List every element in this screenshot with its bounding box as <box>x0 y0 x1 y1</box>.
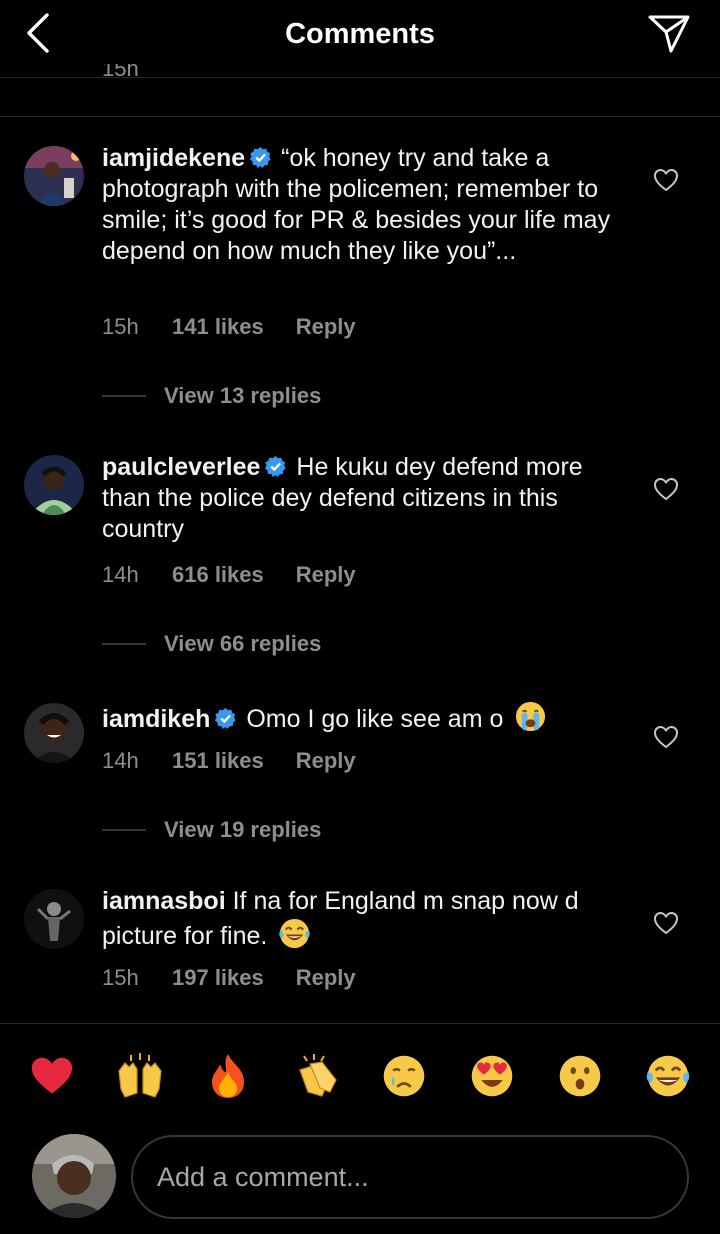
red-heart-icon <box>31 1057 73 1094</box>
view-replies-button[interactable]: View 13 replies <box>102 383 321 409</box>
comment-username[interactable]: iamdikeh <box>102 705 210 733</box>
direct-message-button[interactable] <box>646 12 692 56</box>
comment-text-block: paulcleverlee He kuku dey defend more th… <box>102 452 622 545</box>
tears-of-joy-face-icon <box>646 1055 690 1097</box>
reaction-fire[interactable] <box>200 1048 256 1104</box>
reaction-astonished-face[interactable] <box>552 1048 608 1104</box>
comment-time: 15h <box>102 965 139 990</box>
comment-time: 14h <box>102 748 139 773</box>
replies-line <box>102 643 146 645</box>
tears-of-joy-face-icon <box>279 918 311 949</box>
add-comment-input[interactable] <box>131 1135 689 1219</box>
avatar[interactable] <box>24 703 84 763</box>
verified-badge-icon <box>215 707 237 729</box>
reaction-raising-hands[interactable] <box>112 1048 168 1104</box>
comment-username[interactable]: iamjidekene <box>102 144 245 172</box>
user-avatar <box>32 1134 116 1218</box>
avatar[interactable] <box>24 146 84 206</box>
quick-reactions-bar <box>0 1048 720 1108</box>
astonished-face-icon <box>559 1055 601 1097</box>
comment-body: Omo I go like see am o <box>246 705 504 733</box>
replies-line <box>102 829 146 831</box>
comment-username[interactable]: paulcleverlee <box>102 453 260 481</box>
divider <box>0 116 720 117</box>
clapping-hands-icon <box>299 1054 337 1097</box>
comment-time: 14h <box>102 562 139 587</box>
comment-text-block: iamjidekene “ok honey try and take a pho… <box>102 143 622 267</box>
comment-likes[interactable]: 151 likes <box>172 748 264 774</box>
heart-eyes-face-icon <box>471 1055 513 1097</box>
heart-icon[interactable] <box>653 168 679 192</box>
reply-button[interactable]: Reply <box>296 965 356 991</box>
comment-text-block: iamnasboi If na for England m snap now d… <box>102 886 622 952</box>
comment-meta: 15h 141 likes Reply <box>102 314 356 340</box>
comment-meta: 14h 151 likes Reply <box>102 748 356 774</box>
avatar-image <box>24 146 84 206</box>
avatar[interactable] <box>24 455 84 515</box>
heart-icon[interactable] <box>653 911 679 935</box>
avatar-image <box>32 1134 116 1218</box>
avatar-image <box>24 889 84 949</box>
reply-button[interactable]: Reply <box>296 562 356 588</box>
verified-badge-icon <box>265 455 287 477</box>
view-replies-button[interactable]: View 19 replies <box>102 817 321 843</box>
reaction-crying-face[interactable] <box>376 1048 432 1104</box>
page-title: Comments <box>285 18 435 50</box>
comment-meta: 15h 197 likes Reply <box>102 965 356 991</box>
replies-line <box>102 395 146 397</box>
view-replies-label: View 13 replies <box>164 383 322 408</box>
avatar[interactable] <box>24 889 84 949</box>
fire-icon <box>212 1054 244 1098</box>
reply-button[interactable]: Reply <box>296 748 356 774</box>
verified-badge-icon <box>250 146 271 168</box>
comment-likes[interactable]: 197 likes <box>172 965 264 991</box>
comment-composer <box>0 1130 720 1225</box>
view-replies-label: View 19 replies <box>164 817 322 842</box>
view-replies-button[interactable]: View 66 replies <box>102 631 321 657</box>
avatar-image <box>24 455 84 515</box>
comment-likes[interactable]: 616 likes <box>172 562 264 588</box>
raising-hands-icon <box>118 1053 162 1098</box>
comment-likes[interactable]: 141 likes <box>172 314 264 340</box>
heart-icon[interactable] <box>653 725 679 749</box>
previous-comment-time: 15h <box>102 64 139 78</box>
reaction-red-heart[interactable] <box>24 1048 80 1104</box>
reply-button[interactable]: Reply <box>296 314 356 340</box>
comment-username[interactable]: iamnasboi <box>102 887 226 915</box>
view-replies-label: View 66 replies <box>164 631 322 656</box>
reaction-clapping-hands[interactable] <box>288 1048 344 1104</box>
crying-face-icon <box>383 1055 425 1097</box>
comment-text-block: iamdikeh Omo I go like see am o <box>102 700 622 735</box>
reaction-tears-of-joy[interactable] <box>640 1048 696 1104</box>
paper-plane-icon <box>648 15 690 53</box>
comment-meta: 14h 616 likes Reply <box>102 562 356 588</box>
divider <box>0 1023 720 1024</box>
heart-icon[interactable] <box>653 477 679 501</box>
comment-time: 15h <box>102 314 139 339</box>
crying-face-icon <box>516 701 546 732</box>
reaction-heart-eyes[interactable] <box>464 1048 520 1104</box>
avatar-image <box>24 703 84 763</box>
